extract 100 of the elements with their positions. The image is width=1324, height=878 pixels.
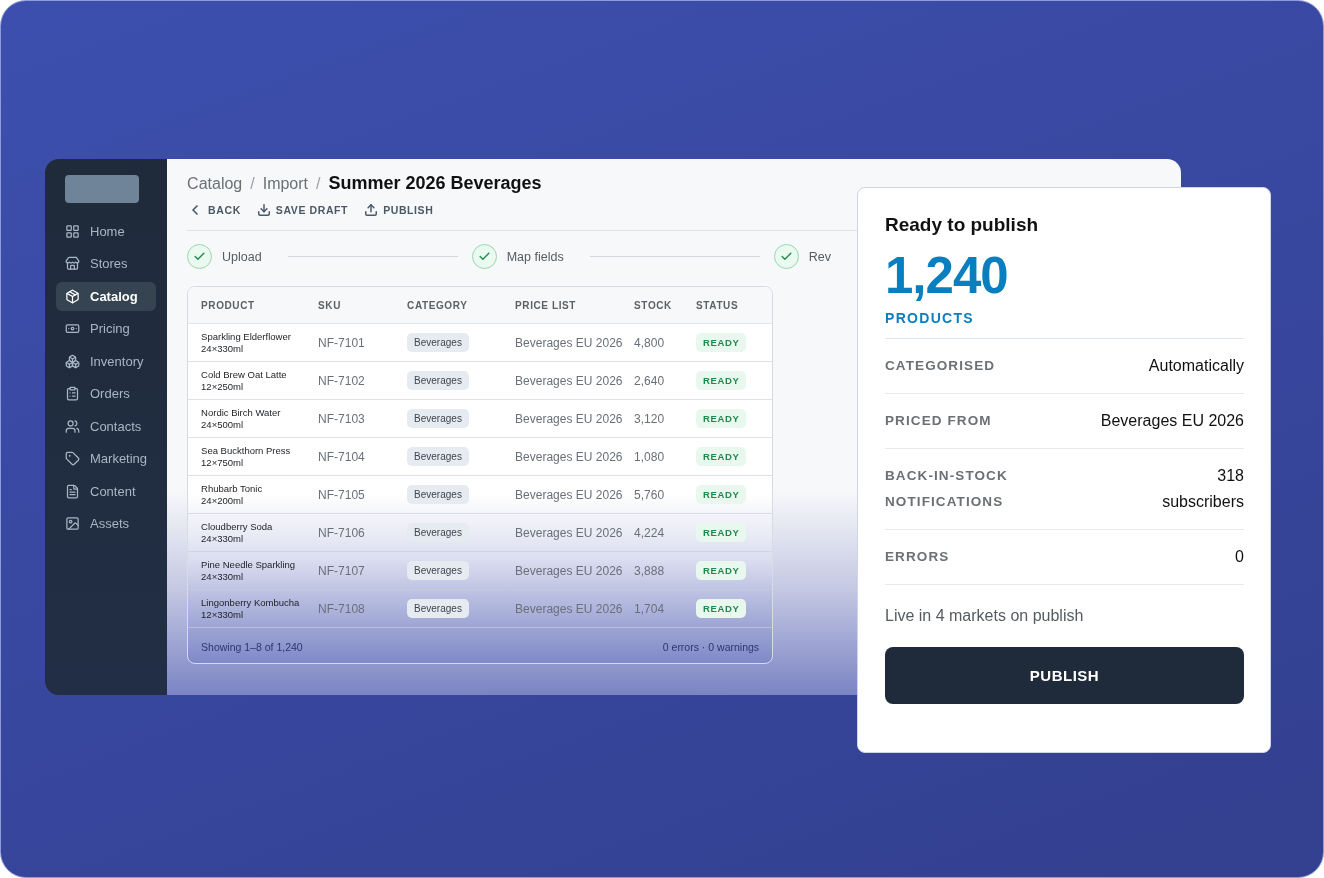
detail-label: ERRORS [885, 548, 950, 566]
sidebar-item[interactable]: Stores [56, 249, 157, 278]
status-tag: READY [696, 599, 747, 618]
sidebar-item[interactable]: Contacts [56, 412, 157, 441]
toolbar-button[interactable]: BACK [187, 202, 241, 218]
check-icon [779, 250, 793, 263]
status-tag: READY [696, 485, 747, 504]
publish-button[interactable]: PUBLISH [885, 647, 1244, 704]
toolbar-button[interactable]: SAVE DRAFT [256, 202, 349, 218]
clipboard-icon [65, 386, 80, 402]
category-tag: Beverages [407, 485, 469, 504]
stock-cell-text: 4,224 [634, 525, 666, 540]
price-list-cell-text: Beverages EU 2026 [515, 449, 624, 464]
category-tag: Beverages [407, 371, 469, 390]
sku-cell-text: NF-7101 [318, 335, 366, 350]
column-header: STOCK [634, 299, 673, 311]
pack-size: 24×330ml [201, 532, 245, 545]
sidebar-item[interactable]: Home [56, 217, 157, 246]
breadcrumb-link[interactable]: Import [262, 175, 309, 193]
stock-cell-text: 2,640 [634, 373, 666, 388]
pack-size: 12×750ml [201, 456, 245, 469]
product-name: Sparkling Elderflower [201, 330, 292, 343]
stock-cell-text: 1,080 [634, 449, 666, 464]
box-icon [65, 288, 80, 304]
product-name: Nordic Birch Water [201, 406, 282, 419]
product-name: Sea Buckthorn Press [201, 444, 292, 457]
status-tag: READY [696, 561, 747, 580]
sku-cell-text: NF-7104 [318, 449, 366, 464]
product-name: Lingonberry Kombucha [201, 596, 301, 609]
price-list-cell-text: Beverages EU 2026 [515, 563, 624, 578]
download-icon [256, 203, 271, 217]
detail-label: CATEGORISED [885, 357, 996, 375]
toolbar-button[interactable]: PUBLISH [364, 202, 434, 218]
breadcrumb-separator: / [316, 175, 321, 193]
pack-size: 12×330ml [201, 608, 245, 621]
sidebar-item[interactable]: Marketing [56, 444, 157, 473]
pack-size: 24×500ml [201, 418, 245, 431]
stock-cell-text: 4,800 [634, 335, 666, 350]
column-header: STATUS [696, 299, 740, 311]
page-title: Summer 2026 Beverages [328, 173, 542, 194]
status-tag: READY [696, 409, 747, 428]
store-icon [65, 256, 80, 272]
people-icon [65, 418, 80, 434]
category-tag: Beverages [407, 409, 469, 428]
step-label: Upload [222, 249, 262, 264]
price-list-cell-text: Beverages EU 2026 [515, 487, 624, 502]
count-label: PRODUCTS [885, 310, 1244, 339]
category-tag: Beverages [407, 599, 469, 618]
detail-value: 318 subscribers [1162, 466, 1244, 512]
sidebar-item[interactable]: Catalog [56, 282, 157, 311]
sidebar-item[interactable]: Assets [56, 509, 157, 538]
detail-value: Automatically [1148, 356, 1244, 376]
status-tag: READY [696, 523, 747, 542]
sidebar-item[interactable]: Pricing [56, 314, 157, 343]
pack-size: 24×330ml [201, 570, 245, 583]
detail-value: Beverages EU 2026 [1100, 411, 1244, 431]
status-tag: READY [696, 333, 747, 352]
detail-label: PRICED FROM [885, 412, 992, 430]
detail-value: 0 [1235, 547, 1244, 567]
publish-note: Live in 4 markets on publish [885, 607, 1085, 625]
product-name: Rhubarb Tonic [201, 482, 264, 495]
card-title: Ready to publish [885, 214, 1040, 236]
upload-icon [364, 203, 379, 217]
sidebar-item[interactable]: Orders [56, 379, 157, 408]
stock-cell-text: 1,704 [634, 601, 666, 616]
sidebar-item[interactable]: Inventory [56, 347, 157, 376]
tag-icon [65, 451, 80, 467]
price-list-cell-text: Beverages EU 2026 [515, 525, 624, 540]
image-icon [65, 516, 80, 532]
sku-cell-text: NF-7105 [318, 487, 366, 502]
category-tag: Beverages [407, 447, 469, 466]
grid-icon [65, 223, 80, 239]
sku-cell-text: NF-7107 [318, 563, 366, 578]
column-header: PRODUCT [201, 299, 256, 311]
price-list-cell-text: Beverages EU 2026 [515, 411, 624, 426]
stock-cell-text: 3,888 [634, 563, 666, 578]
column-header: SKU [318, 299, 342, 311]
sku-cell-text: NF-7102 [318, 373, 366, 388]
document-icon [65, 483, 80, 499]
price-list-cell-text: Beverages EU 2026 [515, 601, 624, 616]
sku-cell-text: NF-7106 [318, 525, 366, 540]
category-tag: Beverages [407, 333, 469, 352]
category-tag: Beverages [407, 561, 469, 580]
stock-cell-text: 5,760 [634, 487, 666, 502]
validation-summary: 0 errors · 0 warnings [662, 641, 760, 653]
step-label: Map fields [506, 249, 564, 264]
pack-size: 12×250ml [201, 380, 245, 393]
check-icon [193, 250, 207, 263]
product-name: Cold Brew Oat Latte [201, 368, 288, 381]
column-header: CATEGORY [407, 299, 469, 311]
sidebar-item[interactable]: Content [56, 477, 157, 506]
pack-size: 24×330ml [201, 342, 245, 355]
check-icon [477, 250, 491, 263]
pagination-text: Showing 1–8 of 1,240 [201, 641, 303, 653]
detail-label: BACK-IN-STOCK NOTIFICATIONS [885, 467, 1009, 511]
pack-size: 24×200ml [201, 494, 245, 507]
breadcrumb-link[interactable]: Catalog [187, 175, 243, 193]
product-name: Cloudberry Soda [201, 520, 274, 533]
price-list-cell-text: Beverages EU 2026 [515, 373, 624, 388]
product-name: Pine Needle Sparkling [201, 558, 297, 571]
